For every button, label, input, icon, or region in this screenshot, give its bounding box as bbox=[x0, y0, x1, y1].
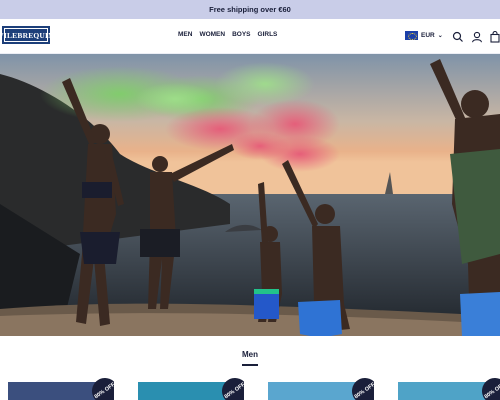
section-title: Men bbox=[242, 350, 258, 359]
bag-icon[interactable] bbox=[489, 30, 500, 43]
product-carousel: 80% OFF 80% OFF 80% OFF 80% OFF bbox=[0, 378, 500, 400]
chevron-down-icon: ⌄ bbox=[437, 33, 443, 39]
nav-item-boys[interactable]: BOYS bbox=[232, 31, 250, 38]
section-underline bbox=[242, 364, 258, 366]
currency-label: EUR bbox=[421, 32, 435, 39]
nav-item-girls[interactable]: GIRLS bbox=[258, 31, 278, 38]
promo-banner: Free shipping over €60 bbox=[0, 0, 500, 19]
eu-flag-icon bbox=[405, 31, 418, 40]
account-icon[interactable] bbox=[471, 30, 483, 43]
main-nav: MEN WOMEN BOYS GIRLS bbox=[178, 31, 277, 38]
product-card[interactable]: 80% OFF bbox=[8, 378, 114, 400]
promo-banner-text: Free shipping over €60 bbox=[209, 5, 291, 14]
product-card[interactable]: 80% OFF bbox=[268, 378, 374, 400]
search-icon[interactable] bbox=[452, 30, 464, 42]
currency-selector[interactable]: EUR ⌄ bbox=[405, 31, 443, 40]
nav-item-women[interactable]: WOMEN bbox=[199, 31, 225, 38]
brand-logo[interactable]: VILEBREQUIN bbox=[0, 26, 54, 44]
hero-illustration bbox=[0, 54, 500, 336]
site-header: VILEBREQUIN MEN WOMEN BOYS GIRLS EUR ⌄ bbox=[0, 19, 500, 54]
product-card[interactable]: 80% OFF bbox=[138, 378, 244, 400]
hero-banner-image[interactable] bbox=[0, 54, 500, 336]
nav-item-men[interactable]: MEN bbox=[178, 31, 192, 38]
product-card[interactable]: 80% OFF bbox=[398, 378, 500, 400]
